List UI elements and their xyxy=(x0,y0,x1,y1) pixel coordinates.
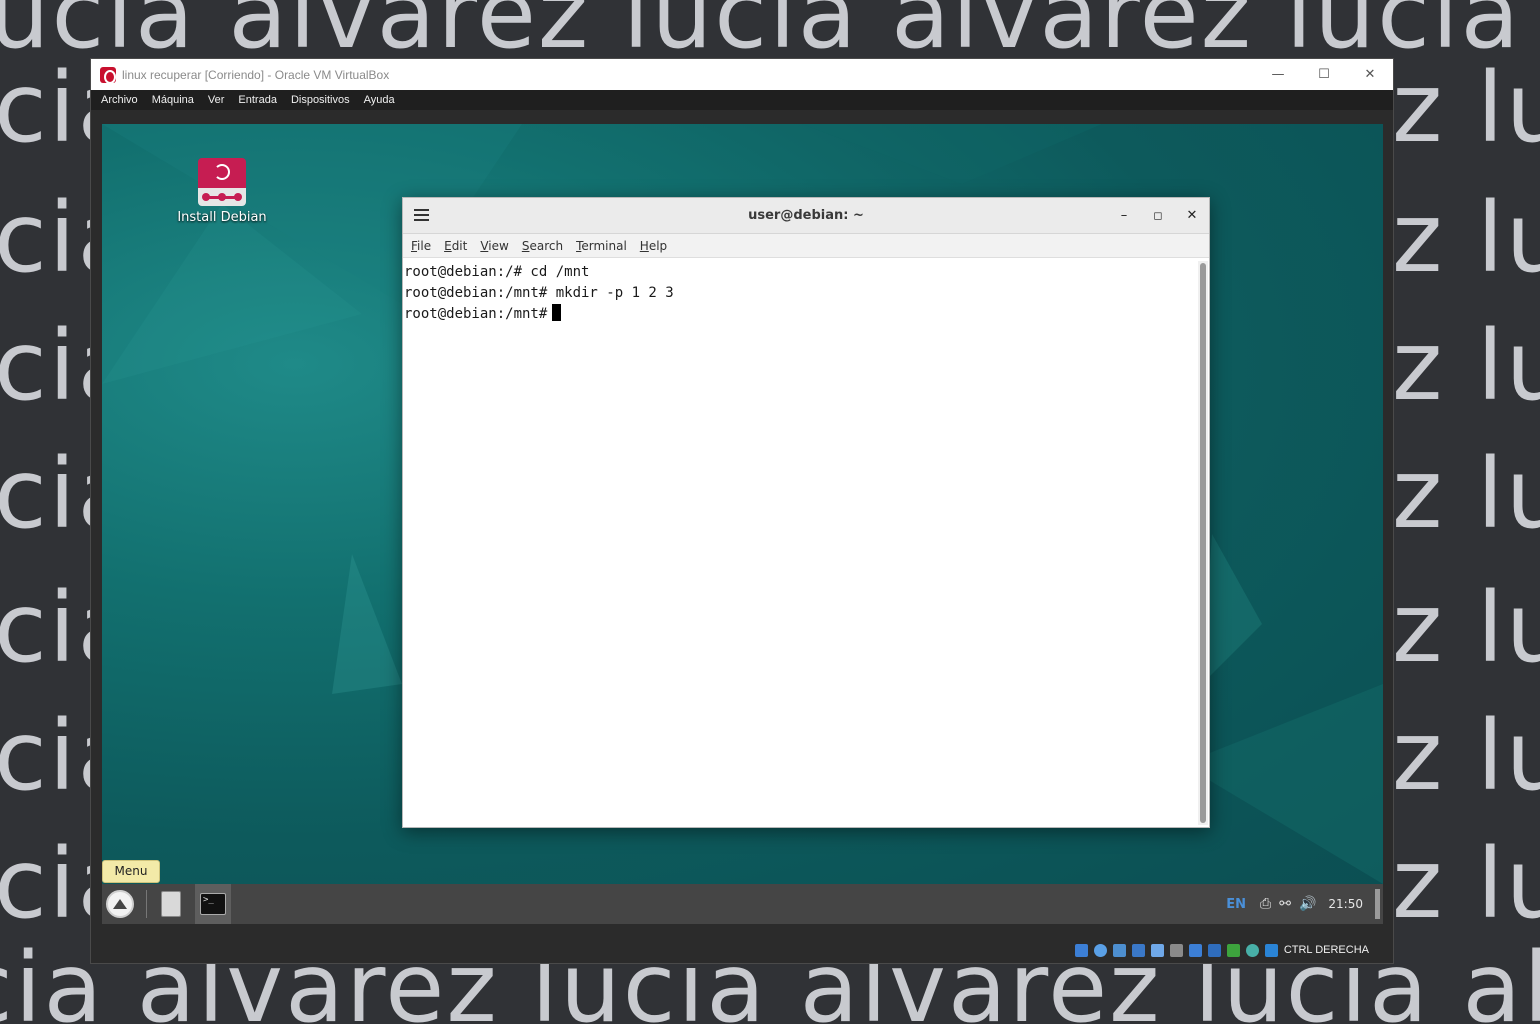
terminal-menu-file[interactable]: File xyxy=(411,239,431,253)
menu-ayuda[interactable]: Ayuda xyxy=(364,94,395,106)
watermark-right-text: z luc xyxy=(1392,182,1540,294)
watermark-right-text: z luc xyxy=(1392,52,1540,164)
terminal-menubar: File Edit View Search Terminal Help xyxy=(403,234,1209,258)
watermark-right-text: z luc xyxy=(1392,310,1540,422)
terminal-prompt: root@debian:/mnt# xyxy=(404,306,548,322)
clock[interactable]: 21:50 xyxy=(1328,897,1363,911)
terminal-line: root@debian:/mnt# mkdir -p 1 2 3 xyxy=(404,285,674,301)
virtualbox-logo-icon xyxy=(100,66,116,84)
shared-folders-icon[interactable] xyxy=(1169,943,1183,957)
video-capture-icon[interactable] xyxy=(1207,943,1221,957)
keyboard-layout-indicator[interactable]: EN xyxy=(1226,897,1246,912)
terminal-menu-edit[interactable]: Edit xyxy=(444,239,467,253)
terminal-window: user@debian: ~ – ◻ ✕ File Edit View Sear… xyxy=(402,197,1210,828)
usb-icon[interactable] xyxy=(1150,943,1164,957)
system-tray: EN ⎙ ⚯ 🔊 21:50 xyxy=(1226,884,1383,924)
menu-dispositivos[interactable]: Dispositivos xyxy=(291,94,350,106)
menu-entrada[interactable]: Entrada xyxy=(238,94,277,106)
text-cursor xyxy=(552,304,562,321)
close-button[interactable]: ✕ xyxy=(1347,59,1393,90)
terminal-menu-search[interactable]: Search xyxy=(522,239,563,253)
terminal-title-bar[interactable]: user@debian: ~ – ◻ ✕ xyxy=(403,198,1209,234)
minimize-button[interactable]: — xyxy=(1255,59,1301,90)
host-key-label: CTRL DERECHA xyxy=(1283,944,1369,956)
debian-installer-icon xyxy=(198,158,246,206)
guest-additions-icon[interactable] xyxy=(1245,943,1259,957)
cpu-icon[interactable] xyxy=(1226,943,1240,957)
virtualbox-window-title: linux recuperar [Corriendo] - Oracle VM … xyxy=(122,67,390,82)
terminal-maximize-button[interactable]: ◻ xyxy=(1149,207,1167,225)
panel-separator xyxy=(146,890,147,918)
virtualbox-menubar: Archivo Máquina Ver Entrada Dispositivos… xyxy=(91,90,1393,110)
terminal-prompt-line: root@debian:/mnt# xyxy=(404,304,1196,325)
display-icon[interactable] xyxy=(1188,943,1202,957)
terminal-minimize-button[interactable]: – xyxy=(1115,207,1133,225)
install-debian-desktop-icon[interactable]: Install Debian xyxy=(172,158,272,225)
window-controls: — ☐ ✕ xyxy=(1255,59,1393,90)
volume-icon[interactable]: 🔊 xyxy=(1299,896,1316,912)
menu-tooltip: Menu xyxy=(102,860,160,883)
guest-taskbar: >_ EN ⎙ ⚯ 🔊 21:50 xyxy=(102,884,1383,924)
guest-desktop[interactable]: Install Debian user@debian: ~ – ◻ ✕ File… xyxy=(102,124,1383,924)
watermark-top-text: lucia alvarez lucia alvarez lucia alvare… xyxy=(0,0,1540,70)
scrollbar-thumb[interactable] xyxy=(1200,263,1206,823)
network-adapter-icon[interactable] xyxy=(1131,943,1145,957)
hard-disk-icon[interactable] xyxy=(1074,943,1088,957)
virtualbox-status-bar: CTRL DERECHA xyxy=(91,937,1393,963)
start-menu-icon[interactable] xyxy=(106,890,134,918)
watermark-right-text: z luc xyxy=(1392,828,1540,940)
terminal-menu-view[interactable]: View xyxy=(480,239,508,253)
menu-archivo[interactable]: Archivo xyxy=(101,94,138,106)
mouse-integration-icon[interactable] xyxy=(1264,943,1278,957)
audio-icon[interactable] xyxy=(1112,943,1126,957)
file-manager-launcher[interactable] xyxy=(153,884,189,924)
watermark-right-text: z luc xyxy=(1392,438,1540,550)
terminal-title: user@debian: ~ xyxy=(748,208,864,223)
install-debian-label: Install Debian xyxy=(177,210,267,225)
maximize-button[interactable]: ☐ xyxy=(1301,59,1347,90)
network-icon[interactable]: ⚯ xyxy=(1279,896,1291,912)
terminal-menu-terminal[interactable]: Terminal xyxy=(576,239,627,253)
terminal-icon: >_ xyxy=(200,893,226,915)
menu-maquina[interactable]: Máquina xyxy=(152,94,194,106)
printer-icon[interactable]: ⎙ xyxy=(1260,896,1271,912)
optical-drive-icon[interactable] xyxy=(1093,943,1107,957)
file-cabinet-icon xyxy=(161,891,181,917)
terminal-menu-help[interactable]: Help xyxy=(640,239,667,253)
terminal-scrollbar[interactable] xyxy=(1198,261,1208,825)
menu-ver[interactable]: Ver xyxy=(208,94,225,106)
watermark-right-text: z luc xyxy=(1392,572,1540,684)
show-desktop-button[interactable] xyxy=(1375,889,1380,919)
terminal-line: root@debian:/# cd /mnt xyxy=(404,264,590,280)
virtualbox-window: linux recuperar [Corriendo] - Oracle VM … xyxy=(90,58,1394,964)
terminal-output[interactable]: root@debian:/# cd /mnt root@debian:/mnt#… xyxy=(403,259,1197,827)
virtualbox-title-bar[interactable]: linux recuperar [Corriendo] - Oracle VM … xyxy=(91,59,1393,90)
terminal-close-button[interactable]: ✕ xyxy=(1183,207,1201,225)
terminal-taskbar-button[interactable]: >_ xyxy=(195,884,231,924)
watermark-right-text: z luc xyxy=(1392,700,1540,812)
